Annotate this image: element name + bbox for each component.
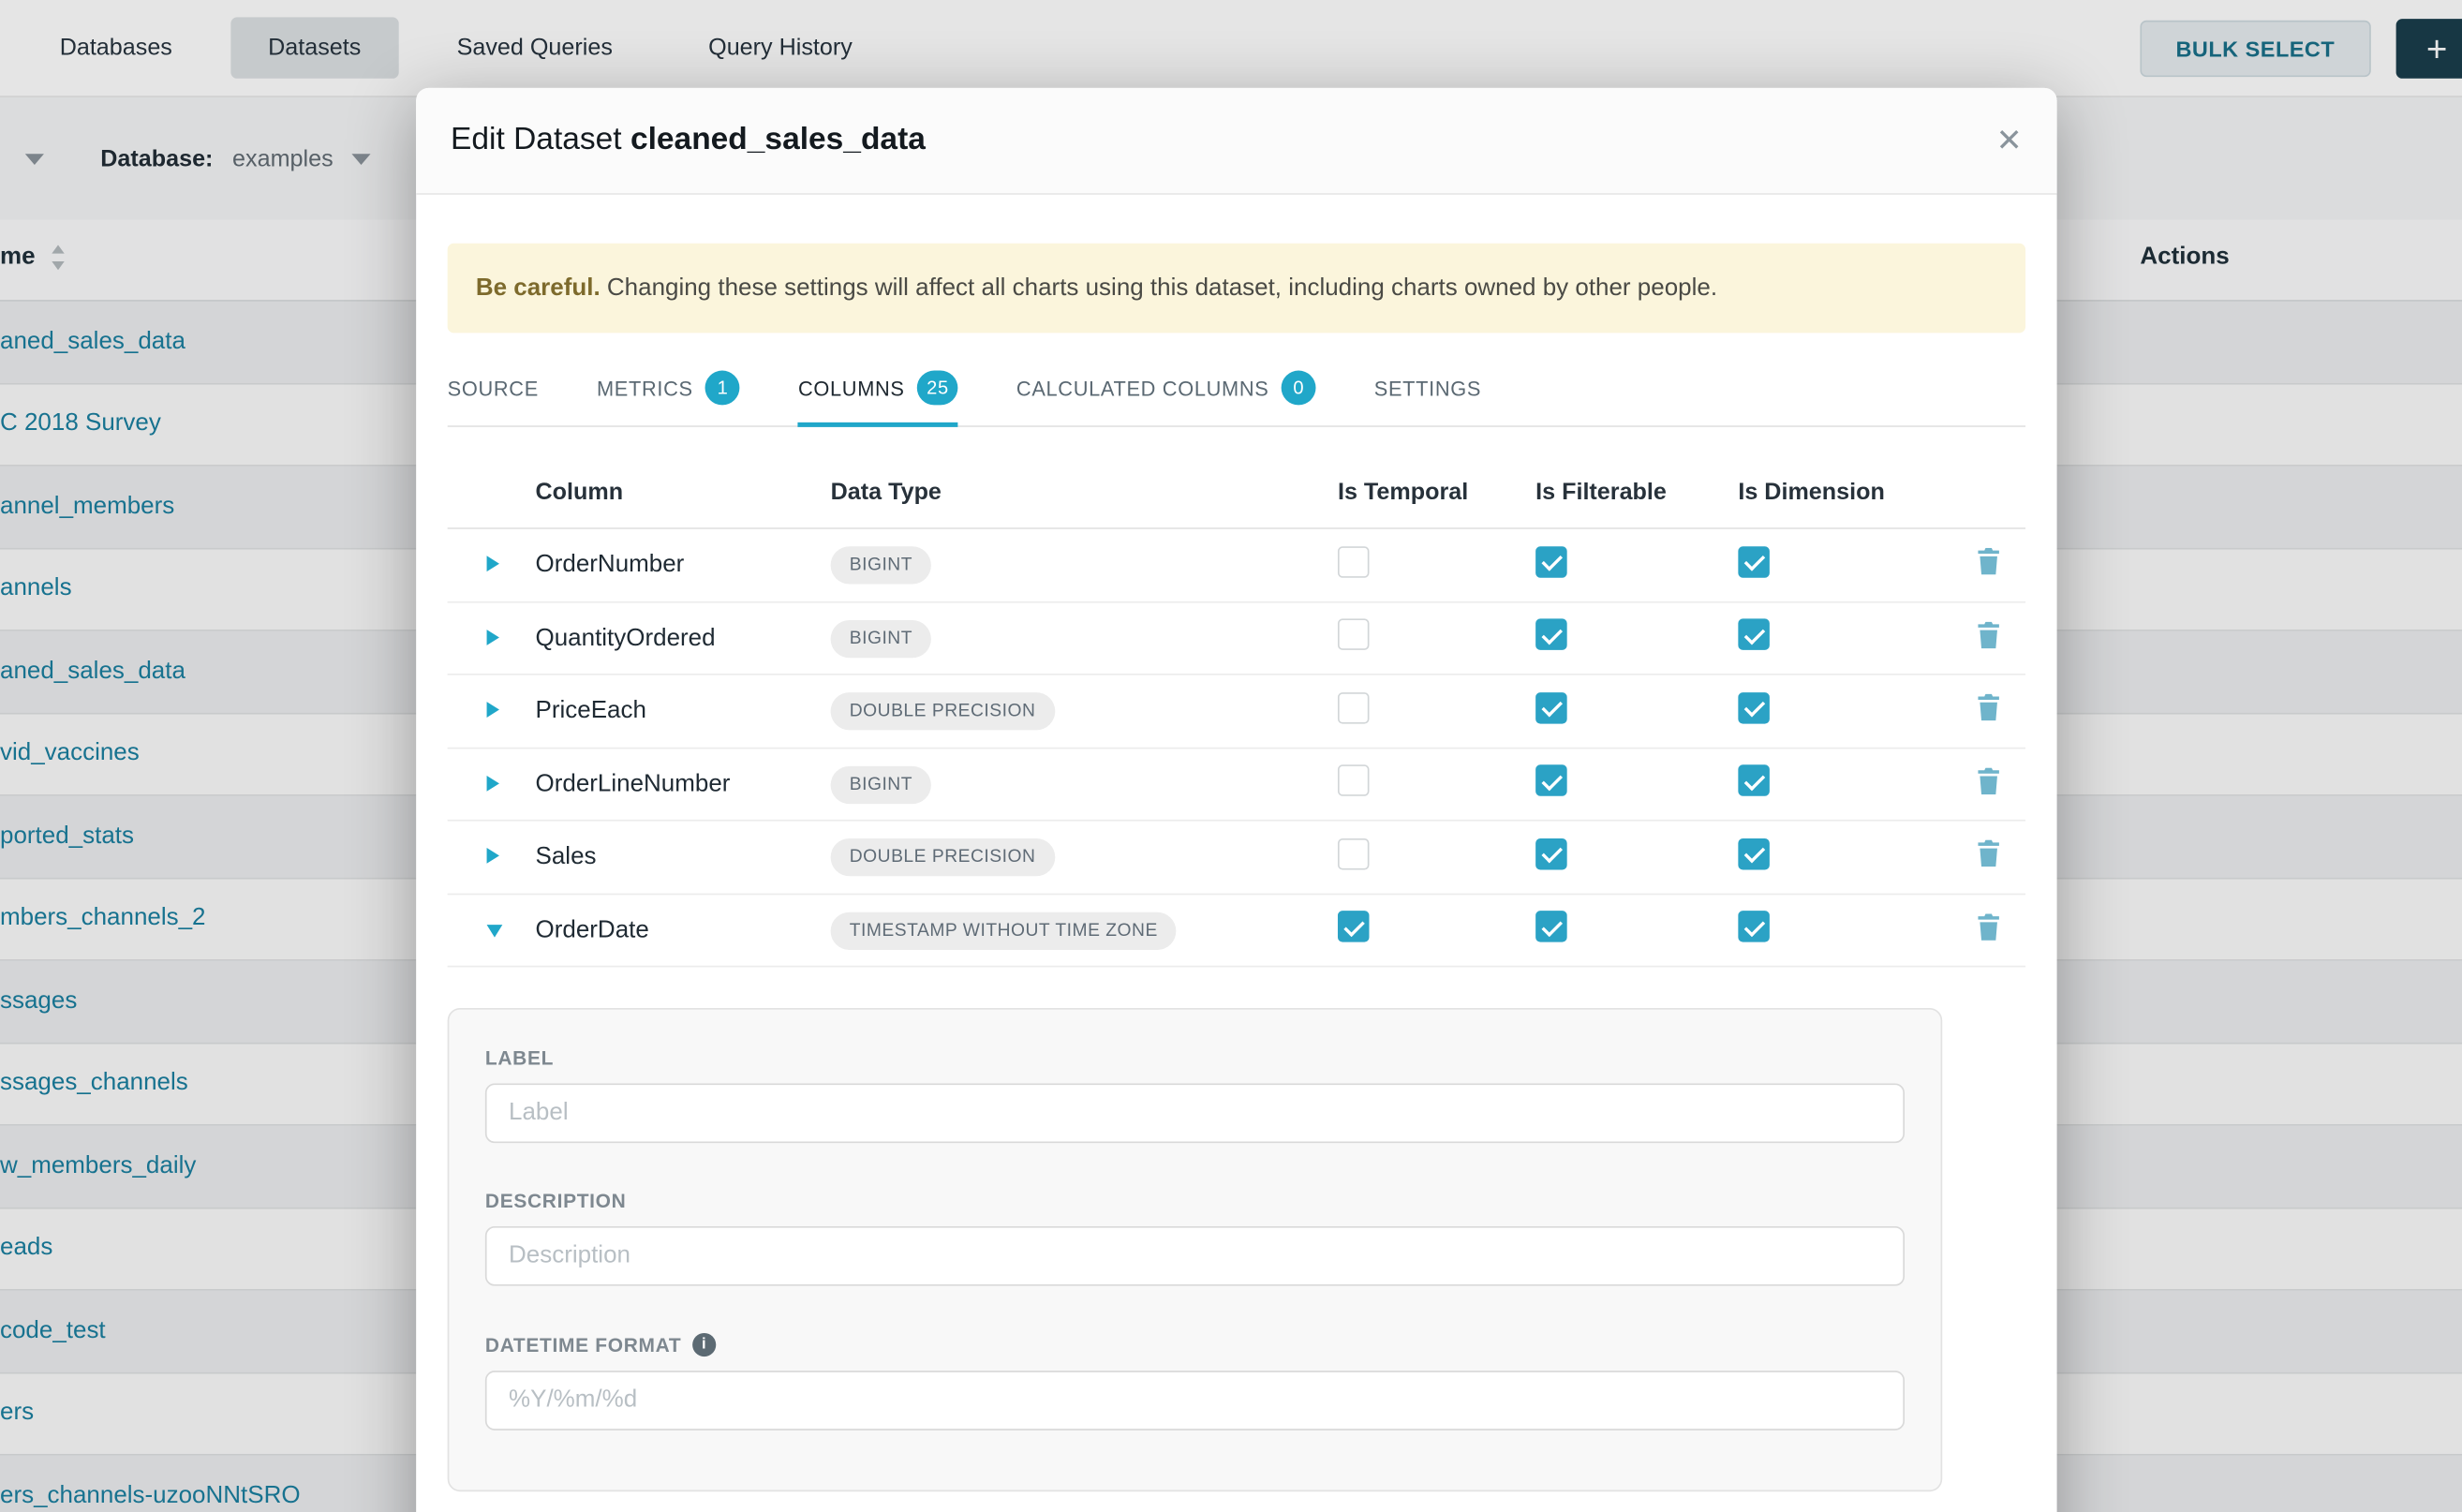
- is-temporal-checkbox[interactable]: [1338, 618, 1370, 650]
- label-input[interactable]: [485, 1084, 1905, 1144]
- tab-label: SOURCE: [448, 377, 539, 400]
- is-dimension-checkbox[interactable]: [1738, 545, 1770, 577]
- info-icon[interactable]: i: [692, 1333, 716, 1356]
- is-dimension-checkbox[interactable]: [1738, 911, 1770, 942]
- modal-title-dataset-name: cleaned_sales_data: [630, 123, 926, 157]
- modal-title: Edit Dataset cleaned_sales_data: [451, 123, 926, 159]
- description-input[interactable]: [485, 1226, 1905, 1286]
- calculated-columns-count-badge: 0: [1282, 371, 1316, 406]
- table-row: OrderLineNumber BIGINT: [448, 749, 2025, 822]
- modal-tabs: SOURCE METRICS 1 COLUMNS 25 CALCULATED C…: [448, 354, 2025, 428]
- tab-settings[interactable]: SETTINGS: [1374, 354, 1481, 426]
- edit-dataset-modal: Edit Dataset cleaned_sales_data ✕ Be car…: [416, 88, 2056, 1512]
- tab-label: SETTINGS: [1374, 377, 1481, 400]
- table-row: OrderNumber BIGINT: [448, 529, 2025, 602]
- tab-label: COLUMNS: [798, 377, 905, 400]
- is-dimension-checkbox[interactable]: [1738, 691, 1770, 723]
- data-type-badge: TIMESTAMP WITHOUT TIME ZONE: [831, 912, 1177, 949]
- expand-caret-icon[interactable]: [487, 775, 499, 791]
- is-filterable-checkbox[interactable]: [1535, 545, 1567, 577]
- delete-column-icon[interactable]: [1977, 621, 2000, 656]
- column-name: OrderNumber: [536, 551, 831, 579]
- is-temporal-checkbox[interactable]: [1338, 911, 1370, 942]
- modal-title-prefix: Edit Dataset: [451, 123, 622, 157]
- is-dimension-checkbox[interactable]: [1738, 838, 1770, 869]
- warning-text: Changing these settings will affect all …: [607, 274, 1717, 301]
- is-temporal-checkbox[interactable]: [1338, 545, 1370, 577]
- header-is-temporal: Is Temporal: [1338, 479, 1535, 505]
- description-field-label: DESCRIPTION: [485, 1191, 1905, 1212]
- tab-source[interactable]: SOURCE: [448, 354, 539, 426]
- is-temporal-checkbox[interactable]: [1338, 691, 1370, 723]
- is-temporal-checkbox[interactable]: [1338, 764, 1370, 796]
- header-data-type: Data Type: [831, 479, 1338, 505]
- datetime-format-field-group: DATETIME FORMAT i: [485, 1333, 1905, 1430]
- table-row: QuantityOrdered BIGINT: [448, 602, 2025, 675]
- collapse-caret-icon[interactable]: [487, 924, 503, 936]
- delete-column-icon[interactable]: [1977, 913, 2000, 948]
- expand-caret-icon[interactable]: [487, 556, 499, 571]
- expand-caret-icon[interactable]: [487, 848, 499, 864]
- metrics-count-badge: 1: [705, 371, 740, 406]
- column-name: OrderDate: [536, 916, 831, 944]
- is-filterable-checkbox[interactable]: [1535, 838, 1567, 869]
- is-filterable-checkbox[interactable]: [1535, 618, 1567, 650]
- header-is-dimension: Is Dimension: [1738, 479, 1951, 505]
- warning-banner: Be careful. Changing these settings will…: [448, 244, 2025, 334]
- header-is-filterable: Is Filterable: [1535, 479, 1738, 505]
- modal-body: Be careful. Changing these settings will…: [416, 244, 2056, 1492]
- column-detail-panel: LABEL DESCRIPTION DATETIME FORMAT i: [448, 1008, 1943, 1491]
- label-field-group: LABEL: [485, 1047, 1905, 1143]
- expand-caret-icon[interactable]: [487, 629, 499, 645]
- delete-column-icon[interactable]: [1977, 840, 2000, 875]
- is-filterable-checkbox[interactable]: [1535, 764, 1567, 796]
- is-filterable-checkbox[interactable]: [1535, 911, 1567, 942]
- is-temporal-checkbox[interactable]: [1338, 838, 1370, 869]
- table-row: PriceEach DOUBLE PRECISION: [448, 675, 2025, 749]
- delete-column-icon[interactable]: [1977, 767, 2000, 802]
- label-field-label: LABEL: [485, 1047, 1905, 1069]
- column-name: QuantityOrdered: [536, 624, 831, 652]
- tab-metrics[interactable]: METRICS 1: [597, 354, 740, 426]
- tab-columns[interactable]: COLUMNS 25: [798, 354, 958, 426]
- delete-column-icon[interactable]: [1977, 694, 2000, 729]
- columns-table-header: Column Data Type Is Temporal Is Filterab…: [448, 455, 2025, 529]
- column-name: OrderLineNumber: [536, 770, 831, 798]
- datetime-format-input[interactable]: [485, 1371, 1905, 1431]
- description-field-group: DESCRIPTION: [485, 1191, 1905, 1286]
- is-dimension-checkbox[interactable]: [1738, 618, 1770, 650]
- data-type-badge: BIGINT: [831, 546, 932, 584]
- close-icon[interactable]: ✕: [1996, 125, 2023, 156]
- column-name: Sales: [536, 843, 831, 871]
- columns-count-badge: 25: [917, 371, 958, 406]
- datetime-format-field-label: DATETIME FORMAT i: [485, 1333, 1905, 1356]
- data-type-badge: BIGINT: [831, 619, 932, 657]
- table-row: Sales DOUBLE PRECISION: [448, 822, 2025, 895]
- data-type-badge: DOUBLE PRECISION: [831, 838, 1055, 876]
- warning-bold-text: Be careful.: [476, 274, 601, 301]
- tab-calculated-columns[interactable]: CALCULATED COLUMNS 0: [1016, 354, 1316, 426]
- delete-column-icon[interactable]: [1977, 548, 2000, 583]
- header-column: Column: [536, 479, 831, 505]
- expand-caret-icon[interactable]: [487, 702, 499, 718]
- data-type-badge: DOUBLE PRECISION: [831, 692, 1055, 730]
- tab-label: CALCULATED COLUMNS: [1016, 377, 1269, 400]
- data-type-badge: BIGINT: [831, 765, 932, 803]
- tab-label: METRICS: [597, 377, 693, 400]
- column-name: PriceEach: [536, 697, 831, 725]
- is-filterable-checkbox[interactable]: [1535, 691, 1567, 723]
- table-row-expanded: OrderDate TIMESTAMP WITHOUT TIME ZONE: [448, 895, 2025, 968]
- modal-header: Edit Dataset cleaned_sales_data ✕: [416, 88, 2056, 195]
- is-dimension-checkbox[interactable]: [1738, 764, 1770, 796]
